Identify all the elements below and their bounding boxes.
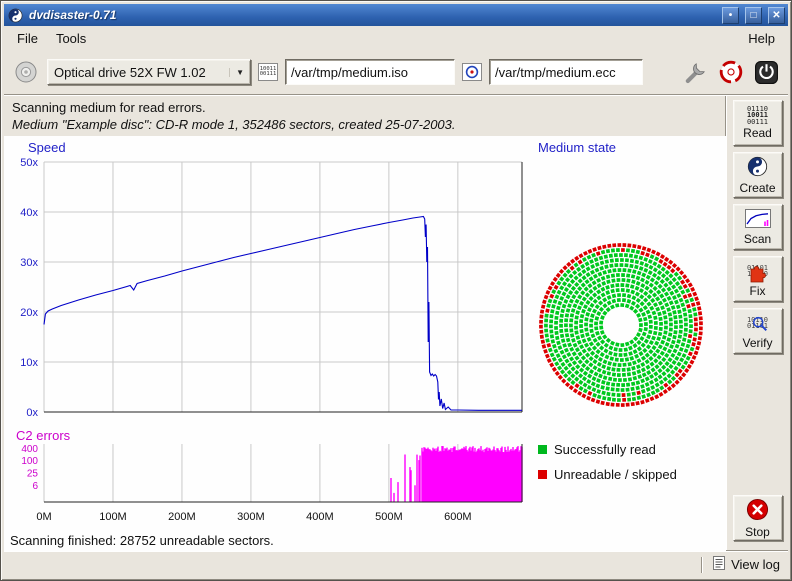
legend-label-error: Unreadable / skipped bbox=[554, 467, 677, 482]
close-button[interactable]: ✕ bbox=[768, 7, 785, 24]
minimize-icon: • bbox=[729, 10, 733, 21]
view-log-label: View log bbox=[731, 557, 780, 572]
svg-text:0x: 0x bbox=[26, 407, 38, 419]
toolbar: Optical drive 52X FW 1.02 ▼ 10011 00111 bbox=[4, 50, 788, 94]
maximize-button[interactable]: □ bbox=[745, 7, 762, 24]
drive-select-value: Optical drive 52X FW 1.02 bbox=[54, 65, 206, 80]
disc-logo-icon[interactable] bbox=[717, 58, 745, 86]
legend-swatch-read bbox=[538, 445, 547, 454]
legend-item-read: Successfully read bbox=[538, 442, 656, 457]
action-sidebar: 01110 10011 00111 Read Create bbox=[726, 96, 788, 551]
svg-text:20x: 20x bbox=[20, 307, 38, 319]
stop-button-label: Stop bbox=[745, 525, 770, 539]
chevron-down-icon: ▼ bbox=[229, 68, 244, 77]
svg-text:6: 6 bbox=[32, 481, 38, 492]
menu-file[interactable]: File bbox=[8, 28, 47, 49]
footer-bar: View log bbox=[4, 551, 788, 577]
svg-text:500M: 500M bbox=[375, 511, 403, 523]
close-icon: ✕ bbox=[772, 10, 780, 21]
scan-chart-icon bbox=[745, 209, 771, 231]
legend-swatch-error bbox=[538, 470, 547, 479]
verify-button[interactable]: 10110 01101 Verify bbox=[733, 308, 783, 354]
ecc-path-input[interactable] bbox=[489, 59, 643, 85]
ecc-file-icon bbox=[462, 63, 482, 81]
window-title: dvdisaster-0.71 bbox=[27, 8, 716, 22]
svg-text:600M: 600M bbox=[444, 511, 472, 523]
minimize-button[interactable]: • bbox=[722, 7, 739, 24]
medium-state-title: Medium state bbox=[538, 140, 616, 155]
scan-button[interactable]: Scan bbox=[733, 204, 783, 250]
medium-state-disc bbox=[532, 236, 710, 414]
puzzle-icon: 01101 10110 bbox=[746, 261, 770, 283]
svg-text:25: 25 bbox=[27, 469, 39, 480]
scan-button-label: Scan bbox=[744, 232, 771, 246]
create-button[interactable]: Create bbox=[733, 152, 783, 198]
svg-text:400M: 400M bbox=[306, 511, 334, 523]
magnifier-icon: 10110 01101 bbox=[746, 313, 770, 335]
c2-errors-chart: 0M 100M 200M 300M 400M 500M 600M 625 100400 bbox=[4, 442, 528, 534]
svg-text:30x: 30x bbox=[20, 257, 38, 269]
fix-button[interactable]: 01101 10110 Fix bbox=[733, 256, 783, 302]
finish-status-text: Scanning finished: 28752 unreadable sect… bbox=[10, 533, 274, 548]
iso-file-icon: 10011 00111 bbox=[258, 63, 278, 81]
svg-text:40x: 40x bbox=[20, 207, 38, 219]
drive-icon bbox=[12, 58, 40, 86]
svg-text:400: 400 bbox=[21, 444, 38, 455]
speed-chart: 0x 10x 20x 30x 40x 50x bbox=[4, 156, 528, 426]
read-button-label: Read bbox=[743, 126, 772, 140]
menu-tools[interactable]: Tools bbox=[47, 28, 95, 49]
legend-item-error: Unreadable / skipped bbox=[538, 467, 677, 482]
binary-icon: 01110 10011 00111 bbox=[747, 106, 768, 125]
speed-chart-title: Speed bbox=[28, 140, 66, 155]
legend-label-read: Successfully read bbox=[554, 442, 656, 457]
drive-select[interactable]: Optical drive 52X FW 1.02 ▼ bbox=[47, 59, 251, 85]
footer-divider bbox=[701, 557, 703, 573]
iso-path-input[interactable] bbox=[285, 59, 455, 85]
svg-text:300M: 300M bbox=[237, 511, 265, 523]
menu-help[interactable]: Help bbox=[739, 28, 784, 49]
status-block: Scanning medium for read errors. Medium … bbox=[4, 96, 726, 136]
charts-area: Speed 0x10x20x30x40x50x C2 errors 0M100M… bbox=[4, 136, 726, 551]
svg-text:200M: 200M bbox=[168, 511, 196, 523]
read-button[interactable]: 01110 10011 00111 Read bbox=[733, 100, 783, 146]
wrench-icon[interactable] bbox=[682, 58, 710, 86]
svg-text:0M: 0M bbox=[36, 511, 51, 523]
view-log-button[interactable]: View log bbox=[713, 556, 780, 573]
verify-button-label: Verify bbox=[742, 336, 772, 350]
stop-icon bbox=[746, 498, 769, 524]
app-window: dvdisaster-0.71 • □ ✕ File Tools Help Op… bbox=[0, 0, 792, 581]
yin-yang-icon bbox=[747, 156, 768, 180]
status-line1: Scanning medium for read errors. bbox=[12, 99, 718, 116]
svg-text:50x: 50x bbox=[20, 157, 38, 169]
menubar: File Tools Help bbox=[4, 26, 788, 50]
svg-text:10x: 10x bbox=[20, 357, 38, 369]
maximize-icon: □ bbox=[750, 10, 756, 21]
fix-button-label: Fix bbox=[750, 284, 766, 298]
status-line2: Medium "Example disc": CD-R mode 1, 3524… bbox=[12, 116, 718, 133]
power-icon[interactable] bbox=[752, 58, 780, 86]
yin-yang-icon bbox=[7, 7, 23, 23]
c2-chart-title: C2 errors bbox=[16, 428, 70, 443]
titlebar[interactable]: dvdisaster-0.71 • □ ✕ bbox=[4, 4, 788, 26]
svg-text:100M: 100M bbox=[99, 511, 127, 523]
view-log-icon bbox=[713, 556, 725, 573]
stop-button[interactable]: Stop bbox=[733, 495, 783, 541]
create-button-label: Create bbox=[739, 181, 775, 195]
iso-icon-row: 00111 bbox=[260, 72, 277, 78]
svg-text:100: 100 bbox=[21, 456, 38, 467]
